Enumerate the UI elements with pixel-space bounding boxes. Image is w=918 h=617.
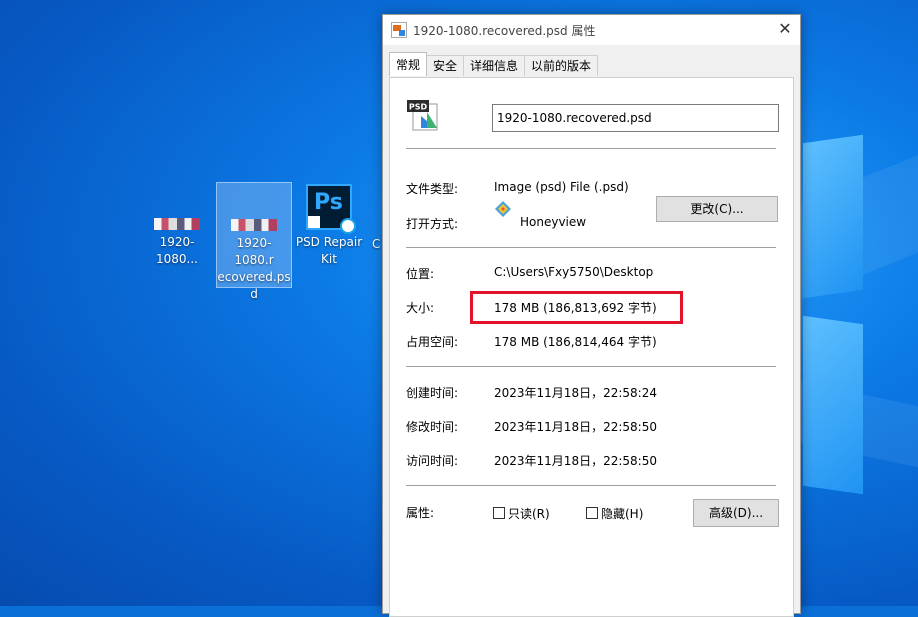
windows-logo-pane — [803, 134, 863, 299]
psd-file-icon — [391, 22, 407, 38]
hidden-checkbox[interactable] — [586, 507, 598, 519]
filename-field[interactable] — [492, 104, 779, 132]
desktop-icon-partial[interactable]: C — [372, 236, 382, 253]
psd-thumbnail-icon — [154, 218, 200, 230]
desktop-icon-label: C — [372, 237, 381, 251]
open-with-value: Honeyview — [520, 215, 587, 229]
honeyview-icon — [495, 201, 511, 217]
psd-file-icon: PSD — [407, 100, 438, 131]
general-tab-panel: PSD 文件类型: Image (psd) File (.psd) 打开方式: … — [389, 77, 794, 617]
advanced-button[interactable]: 高级(D)... — [693, 499, 779, 527]
desktop-icon-label-line3: d — [250, 287, 258, 301]
desktop-icon-recovered-psd[interactable]: 1920-1080.r ecovered.ps d — [216, 182, 292, 301]
separator — [406, 247, 776, 248]
location-label: 位置: — [406, 267, 435, 281]
windows-logo-pane — [803, 315, 863, 495]
tab-details[interactable]: 详细信息 — [463, 55, 526, 76]
created-value: 2023年11月18日，22:58:24 — [494, 386, 657, 400]
file-type-label: 文件类型: — [406, 182, 459, 196]
desktop-icon-label-line2: Kit — [321, 252, 337, 266]
repair-badge-icon — [340, 218, 356, 234]
separator — [406, 366, 776, 367]
attributes-label: 属性: — [406, 506, 435, 520]
tab-previous-versions[interactable]: 以前的版本 — [524, 55, 599, 76]
properties-dialog: 1920-1080.recovered.psd 属性 ✕ 常规 安全 详细信息 … — [382, 14, 801, 617]
change-button[interactable]: 更改(C)... — [656, 196, 778, 222]
readonly-checkbox[interactable] — [493, 507, 505, 519]
dialog-title: 1920-1080.recovered.psd 属性 — [413, 24, 596, 38]
psd-icon-text: PSD — [409, 103, 428, 112]
modified-label: 修改时间: — [406, 420, 459, 434]
created-label: 创建时间: — [406, 386, 459, 400]
size-label: 大小: — [406, 301, 435, 315]
separator — [406, 148, 776, 149]
desktop-icon-label-line1: 1920-1080.r — [234, 236, 274, 267]
file-type-value: Image (psd) File (.psd) — [494, 180, 629, 194]
tab-security[interactable]: 安全 — [426, 55, 465, 76]
accessed-label: 访问时间: — [406, 454, 459, 468]
psd-thumbnail-icon — [231, 219, 277, 231]
desktop-icon-psd-repair-kit[interactable]: Ps PSD Repair Kit — [292, 184, 366, 268]
close-button[interactable]: ✕ — [770, 15, 800, 45]
hidden-label: 隐藏(H) — [601, 507, 644, 521]
desktop-icon-label-line2: ecovered.ps — [217, 270, 291, 284]
location-value: C:\Users\Fxy5750\Desktop — [494, 265, 654, 279]
accessed-value: 2023年11月18日，22:58:50 — [494, 454, 657, 468]
desktop-icon-psd-file[interactable]: 1920-1080... — [140, 218, 214, 268]
shortcut-arrow-icon — [308, 216, 320, 228]
size-highlight-box — [470, 291, 683, 324]
dialog-titlebar[interactable]: 1920-1080.recovered.psd 属性 ✕ — [383, 15, 800, 45]
tab-general[interactable]: 常规 — [389, 52, 428, 76]
desktop-icon-label: 1920-1080... — [156, 235, 198, 266]
separator — [406, 485, 776, 486]
size-on-disk-value: 178 MB (186,814,464 字节) — [494, 335, 657, 349]
size-on-disk-label: 占用空间: — [406, 335, 459, 349]
tab-bar: 常规 安全 详细信息 以前的版本 — [389, 52, 599, 77]
desktop-icon-label-line1: PSD Repair — [295, 235, 363, 249]
open-with-label: 打开方式: — [406, 217, 459, 231]
photoshop-icon: Ps — [306, 184, 356, 234]
readonly-label: 只读(R) — [508, 507, 550, 521]
modified-value: 2023年11月18日，22:58:50 — [494, 420, 657, 434]
